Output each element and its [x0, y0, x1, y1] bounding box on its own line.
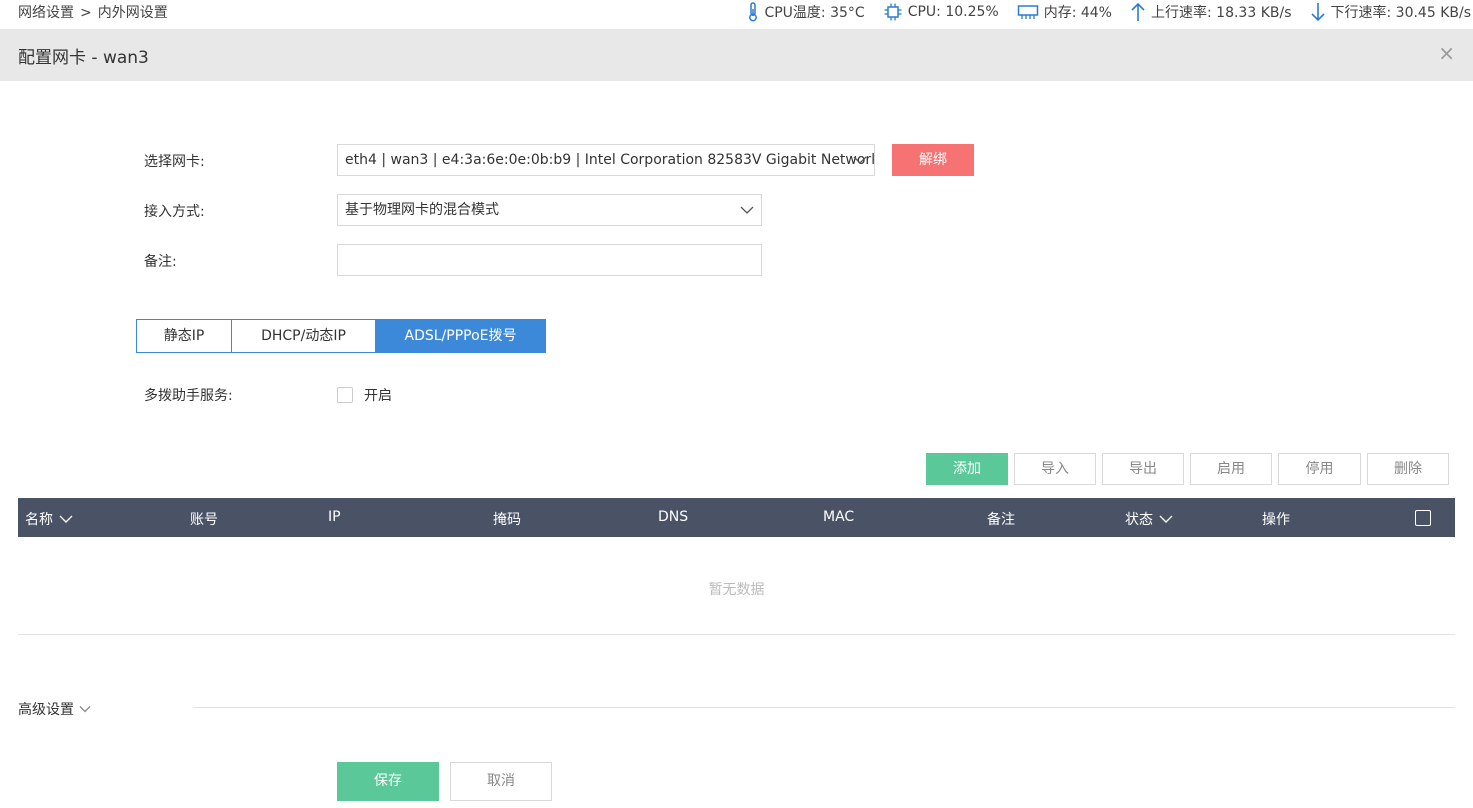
connection-type-tabs: 静态IP DHCP/动态IP ADSL/PPPoE拨号: [136, 319, 546, 353]
cpu-stat: CPU: 10.25%: [883, 2, 999, 22]
cpu-chip-icon: [884, 3, 902, 21]
column-mask: 掩码: [493, 512, 521, 528]
remark-input[interactable]: [337, 244, 762, 276]
column-remark: 备注: [987, 512, 1015, 528]
download-stat: 下行速率: 30.45 KB/s: [1310, 2, 1472, 22]
unbind-button[interactable]: 解绑: [892, 144, 974, 176]
memory-icon: [1017, 5, 1038, 19]
column-status[interactable]: 状态: [1125, 509, 1173, 529]
access-mode-value: 基于物理网卡的混合模式: [345, 202, 499, 218]
breadcrumb-parent[interactable]: 网络设置: [18, 5, 74, 21]
export-button[interactable]: 导出: [1102, 453, 1184, 485]
select-all-checkbox[interactable]: [1415, 510, 1431, 526]
cancel-button[interactable]: 取消: [450, 762, 552, 801]
column-status-label: 状态: [1125, 512, 1153, 528]
enable-button[interactable]: 启用: [1190, 453, 1272, 485]
advanced-divider: [193, 707, 1455, 708]
multidial-checkbox[interactable]: [337, 387, 353, 403]
chevron-down-icon: [740, 206, 754, 214]
upload-stat: 上行速率: 18.33 KB/s: [1130, 2, 1292, 22]
dialog-title: 配置网卡 - wan3: [18, 48, 149, 68]
breadcrumb-current: 内外网设置: [97, 5, 168, 21]
column-dns: DNS: [658, 509, 689, 525]
upload-text: 上行速率: 18.33 KB/s: [1151, 5, 1292, 21]
chevron-down-icon: [59, 515, 73, 523]
nic-select-value: eth4 | wan3 | e4:3a:6e:0e:0b:b9 | Intel …: [345, 152, 875, 168]
arrow-down-icon: [1310, 3, 1325, 22]
download-text: 下行速率: 30.45 KB/s: [1330, 5, 1472, 21]
column-mac: MAC: [823, 509, 855, 525]
dialog-title-bar: 配置网卡 - wan3 ×: [0, 29, 1473, 81]
nic-label: 选择网卡:: [144, 154, 205, 170]
arrow-up-icon: [1131, 2, 1145, 21]
disable-button[interactable]: 停用: [1278, 453, 1361, 485]
table-empty-text: 暂无数据: [708, 582, 765, 598]
column-account: 账号: [190, 512, 218, 528]
save-button[interactable]: 保存: [337, 762, 439, 801]
cpu-text: CPU: 10.25%: [907, 4, 999, 20]
advanced-settings-label: 高级设置: [18, 702, 74, 718]
chevron-down-icon: [853, 156, 867, 164]
cpu-temp-stat: CPU温度: 35°C: [747, 2, 865, 22]
access-mode-label: 接入方式:: [144, 204, 205, 220]
column-ip: IP: [328, 509, 341, 525]
memory-text: 内存: 44%: [1043, 5, 1112, 21]
tab-dhcp[interactable]: DHCP/动态IP: [231, 319, 376, 353]
chevron-down-icon: [79, 706, 91, 713]
cpu-temp-text: CPU温度: 35°C: [764, 5, 865, 21]
close-icon[interactable]: ×: [1438, 41, 1455, 65]
import-button[interactable]: 导入: [1014, 453, 1096, 485]
column-name-label: 名称: [25, 512, 53, 528]
breadcrumb: 网络设置 > 内外网设置: [18, 2, 168, 22]
column-actions: 操作: [1262, 512, 1290, 528]
multidial-option-label[interactable]: 开启: [364, 385, 392, 405]
system-stats: CPU温度: 35°C CPU: 10.25% 内存: 44% 上行速率: 18…: [729, 2, 1471, 22]
tab-pppoe[interactable]: ADSL/PPPoE拨号: [375, 319, 546, 353]
advanced-settings-toggle[interactable]: 高级设置: [18, 699, 91, 719]
tab-static-ip[interactable]: 静态IP: [136, 319, 232, 353]
multidial-label: 多拨助手服务:: [144, 388, 233, 404]
table-header: 名称 账号 IP 掩码 DNS MAC 备注 状态 操作: [18, 498, 1455, 537]
table-bottom-divider: [18, 634, 1455, 635]
delete-button[interactable]: 删除: [1367, 453, 1449, 485]
thermometer-icon: [749, 2, 758, 22]
remark-label: 备注:: [144, 254, 177, 270]
nic-select[interactable]: eth4 | wan3 | e4:3a:6e:0e:0b:b9 | Intel …: [337, 144, 875, 176]
top-status-bar: 网络设置 > 内外网设置 CPU温度: 35°C CPU: 10.25% 内存:…: [0, 0, 1473, 24]
breadcrumb-separator: >: [80, 5, 92, 21]
chevron-down-icon: [1159, 515, 1173, 523]
access-mode-select[interactable]: 基于物理网卡的混合模式: [337, 194, 762, 226]
column-name[interactable]: 名称: [25, 509, 73, 529]
add-button[interactable]: 添加: [926, 453, 1008, 485]
memory-stat: 内存: 44%: [1017, 2, 1112, 22]
